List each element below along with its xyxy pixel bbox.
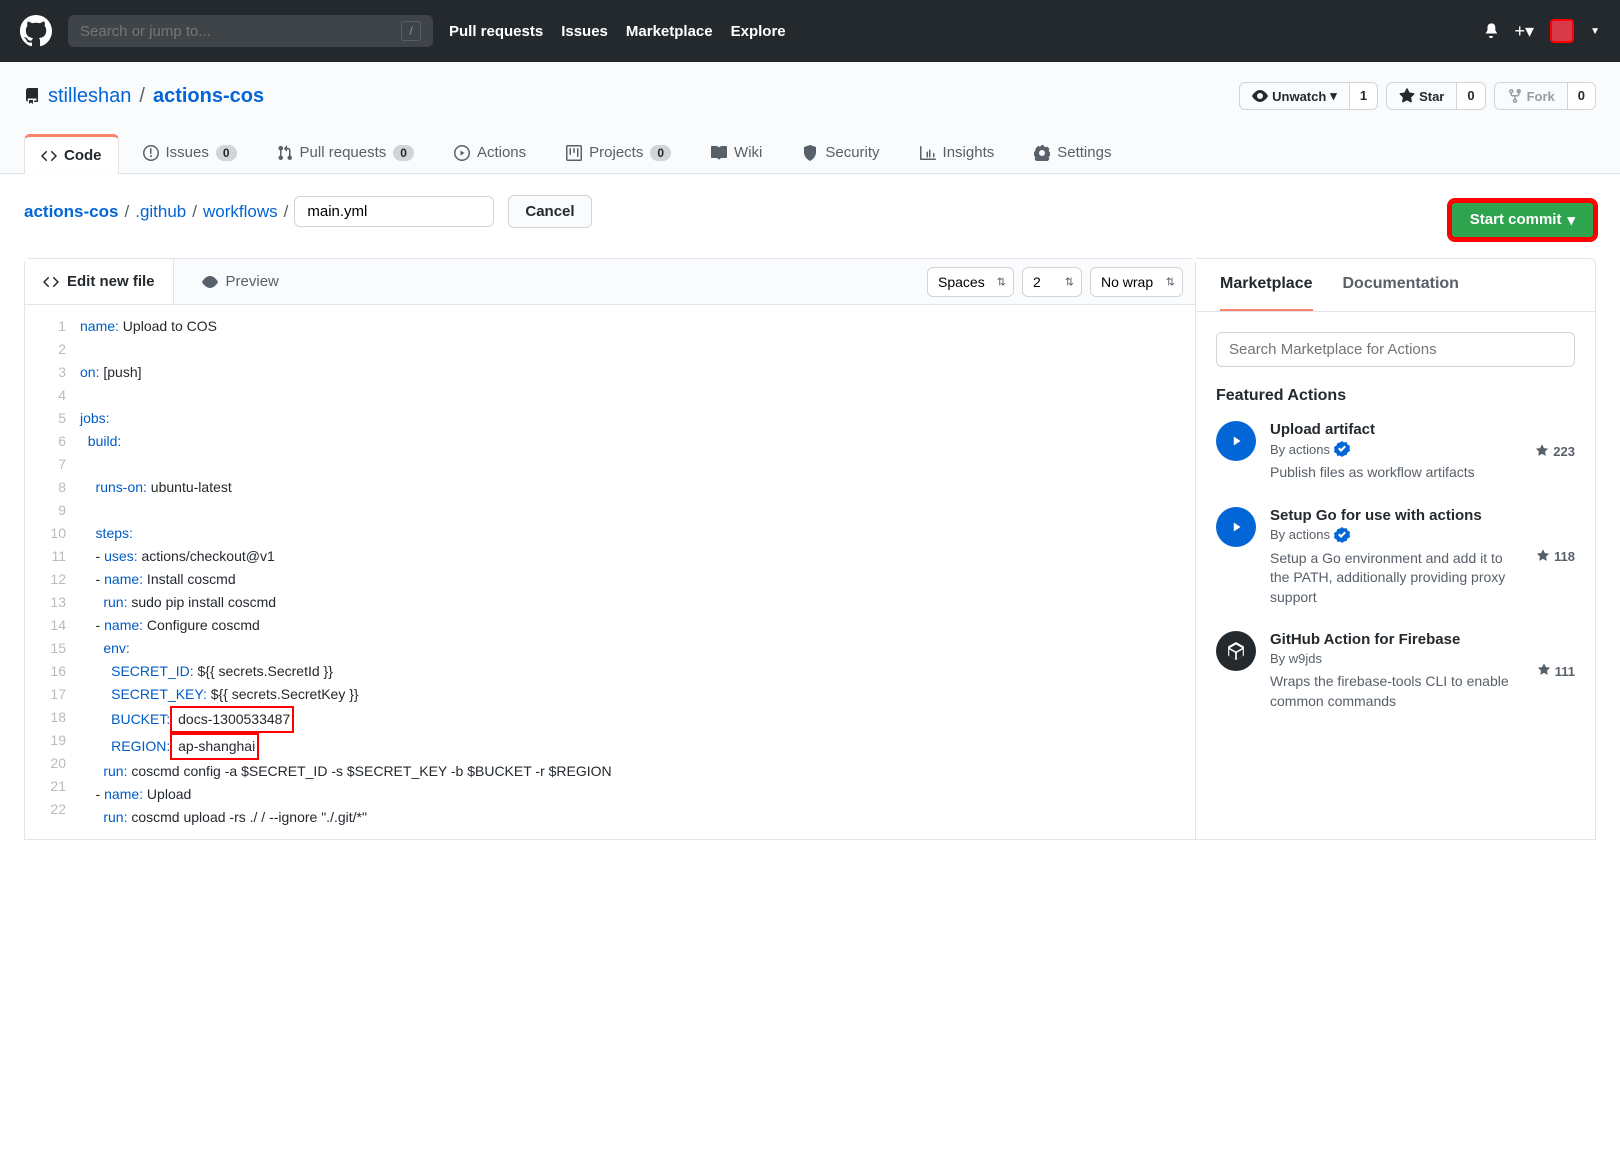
highlight-bucket: docs-1300533487 [170,706,294,733]
play-circle-icon [1216,507,1256,547]
search-input[interactable]: / [68,15,433,47]
action-author: By w9jds [1270,651,1522,666]
action-stars: 111 [1536,631,1575,711]
tab-actions[interactable]: Actions [438,134,542,173]
repo-tabs: Code Issues0 Pull requests0 Actions Proj… [24,134,1596,173]
unwatch-button[interactable]: Unwatch▾ [1239,82,1350,110]
repo-owner-link[interactable]: stilleshan [48,85,131,108]
star-icon [1536,663,1552,679]
fork-count[interactable]: 0 [1568,82,1596,110]
tab-pulls[interactable]: Pull requests0 [261,134,430,173]
action-item[interactable]: GitHub Action for Firebase By w9jds Wrap… [1216,631,1575,711]
caret-down-icon[interactable]: ▼ [1590,26,1600,37]
star-count[interactable]: 0 [1457,82,1485,110]
shield-icon [802,145,818,161]
bell-icon[interactable] [1483,22,1499,41]
header-nav: Pull requests Issues Marketplace Explore [449,23,786,40]
search-field[interactable] [80,23,401,40]
nav-explore[interactable]: Explore [731,23,786,40]
breadcrumb-dir2[interactable]: workflows [203,202,278,222]
pr-icon [277,145,293,161]
line-numbers: 12345678910111213141516171819202122 [25,315,80,829]
tab-issues[interactable]: Issues0 [127,134,253,173]
fork-button[interactable]: Fork [1494,82,1568,110]
cancel-button[interactable]: Cancel [508,195,591,228]
action-desc: Publish files as workflow artifacts [1270,463,1520,483]
repo-separator: / [139,85,145,108]
issue-icon [143,145,159,161]
tab-settings[interactable]: Settings [1018,134,1127,173]
marketplace-search-input[interactable] [1216,332,1575,367]
action-stars: 118 [1535,507,1575,608]
repo-icon [24,88,40,104]
search-slash-hint: / [401,21,421,41]
tab-insights[interactable]: Insights [904,134,1011,173]
code-content[interactable]: name: Upload to COS on: [push] jobs: bui… [80,315,1195,829]
star-icon [1534,444,1550,460]
project-icon [566,145,582,161]
highlight-region: ap-shanghai [170,733,259,760]
action-stars: 223 [1534,421,1575,483]
filename-input[interactable] [294,196,494,227]
tab-security[interactable]: Security [786,134,895,173]
github-logo[interactable] [20,15,52,47]
star-icon [1399,88,1415,104]
play-icon [454,145,470,161]
featured-heading: Featured Actions [1216,387,1575,405]
gear-icon [1034,145,1050,161]
graph-icon [920,145,936,161]
play-circle-icon [1216,421,1256,461]
action-title: Setup Go for use with actions [1270,507,1521,524]
code-icon [43,274,59,290]
code-editor[interactable]: 12345678910111213141516171819202122 name… [25,305,1195,839]
nav-marketplace[interactable]: Marketplace [626,23,713,40]
book-icon [711,145,727,161]
action-item[interactable]: Upload artifact By actions Publish files… [1216,421,1575,483]
star-button[interactable]: Star [1386,82,1457,110]
code-icon [41,148,57,164]
package-icon [1216,631,1256,671]
tab-marketplace[interactable]: Marketplace [1220,259,1313,311]
fork-icon [1507,88,1523,104]
tab-wiki[interactable]: Wiki [695,134,778,173]
action-title: GitHub Action for Firebase [1270,631,1522,648]
start-commit-button[interactable]: Start commit ▾ [1449,200,1596,240]
action-desc: Setup a Go environment and add it to the… [1270,549,1521,608]
editor-panel: Edit new file Preview Spaces 2 No wrap 1… [24,258,1196,840]
eye-icon [1252,88,1268,104]
indent-mode-select[interactable]: Spaces [927,267,1014,297]
avatar[interactable] [1550,19,1574,43]
tab-preview[interactable]: Preview [184,259,297,304]
breadcrumb-dir1[interactable]: .github [135,202,186,222]
wrap-select[interactable]: No wrap [1090,267,1183,297]
repo-name-link[interactable]: actions-cos [153,85,264,108]
eye-icon [202,274,218,290]
action-desc: Wraps the firebase-tools CLI to enable c… [1270,672,1522,711]
action-item[interactable]: Setup Go for use with actions By actions… [1216,507,1575,608]
tab-edit-file[interactable]: Edit new file [25,259,174,304]
plus-icon[interactable]: +▾ [1515,21,1535,42]
tab-projects[interactable]: Projects0 [550,134,687,173]
action-title: Upload artifact [1270,421,1520,438]
tab-documentation[interactable]: Documentation [1343,259,1459,311]
action-author: By actions [1270,441,1520,457]
nav-pull-requests[interactable]: Pull requests [449,23,543,40]
nav-issues[interactable]: Issues [561,23,608,40]
marketplace-sidebar: Marketplace Documentation Featured Actio… [1196,258,1596,840]
indent-size-select[interactable]: 2 [1022,267,1082,297]
verified-icon [1334,441,1350,457]
watch-count[interactable]: 1 [1350,82,1378,110]
star-icon [1535,549,1551,565]
global-header: / Pull requests Issues Marketplace Explo… [0,0,1620,62]
tab-code[interactable]: Code [24,134,119,174]
action-author: By actions [1270,527,1521,543]
breadcrumb: actions-cos / .github / workflows / Canc… [24,195,592,228]
verified-icon [1334,527,1350,543]
repo-header: stilleshan / actions-cos Unwatch▾ 1 Star… [0,62,1620,174]
breadcrumb-root[interactable]: actions-cos [24,202,118,222]
